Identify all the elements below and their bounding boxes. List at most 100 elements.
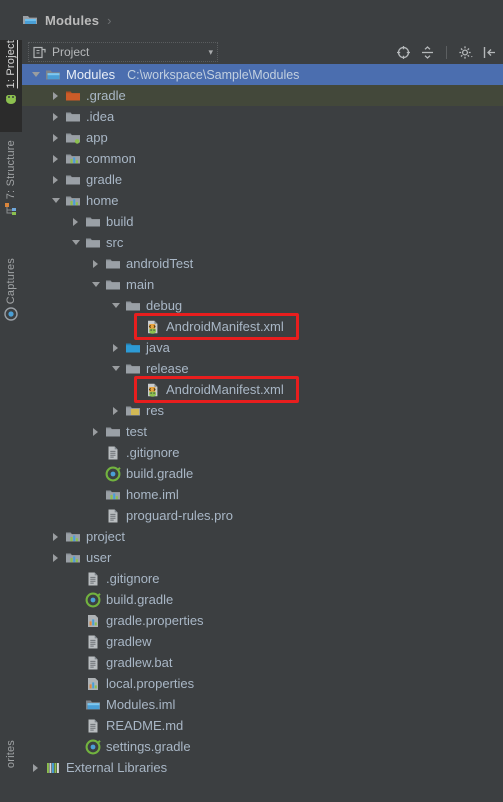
folder-icon xyxy=(105,256,121,272)
tree-row[interactable]: common xyxy=(22,148,503,169)
project-tool-window: Project ▾ Modules C:\workspace\Sample\Mo… xyxy=(22,40,503,802)
text-file-icon xyxy=(85,655,101,671)
tree-row-label: local.properties xyxy=(106,676,195,691)
tree-row[interactable]: gradle xyxy=(22,169,503,190)
tree-row-label: release xyxy=(146,361,189,376)
folder-icon xyxy=(65,172,81,188)
tree-toggle-down-icon[interactable] xyxy=(90,279,101,290)
tree-row[interactable]: AndroidManifest.xml xyxy=(22,316,503,337)
tree-toggle-right-icon[interactable] xyxy=(50,174,61,185)
tree-row[interactable]: build xyxy=(22,211,503,232)
sidebar-item-captures[interactable]: Captures xyxy=(0,258,22,352)
tree-row[interactable]: settings.gradle xyxy=(22,736,503,757)
tree-toggle-right-icon[interactable] xyxy=(110,405,121,416)
tree-row[interactable]: Modules.iml xyxy=(22,694,503,715)
tree-row[interactable]: gradlew.bat xyxy=(22,652,503,673)
tree-row[interactable]: gradlew xyxy=(22,631,503,652)
tree-toggle-right-icon[interactable] xyxy=(50,153,61,164)
folder-icon xyxy=(125,361,141,377)
tree-toggle-right-icon[interactable] xyxy=(110,342,121,353)
tree-toggle-right-icon[interactable] xyxy=(50,132,61,143)
tree-toggle-down-icon[interactable] xyxy=(50,195,61,206)
tree-toggle-right-icon[interactable] xyxy=(30,762,41,773)
tree-row[interactable]: .gitignore xyxy=(22,568,503,589)
properties-file-icon xyxy=(85,676,101,692)
module-root-icon xyxy=(85,697,101,713)
folder-icon xyxy=(65,109,81,125)
hide-panel-icon[interactable] xyxy=(483,45,497,60)
tree-row[interactable]: build.gradle xyxy=(22,589,503,610)
tree-row-label: user xyxy=(86,550,112,565)
tree-row[interactable]: gradle.properties xyxy=(22,610,503,631)
module-icon xyxy=(65,151,81,167)
sidebar-item-favorites[interactable]: orites xyxy=(0,740,22,802)
tree-toggle-down-icon[interactable] xyxy=(110,300,121,311)
tree-row[interactable]: release xyxy=(22,358,503,379)
text-file-icon xyxy=(85,571,101,587)
gradle-file-icon xyxy=(85,592,101,608)
tree-row[interactable]: home xyxy=(22,190,503,211)
breadcrumb: Modules › xyxy=(0,0,503,40)
tree-row[interactable]: README.md xyxy=(22,715,503,736)
tree-row[interactable]: app xyxy=(22,127,503,148)
breadcrumb-title[interactable]: Modules xyxy=(45,13,99,28)
tree-row-label: androidTest xyxy=(126,256,194,271)
tree-row[interactable]: src xyxy=(22,232,503,253)
tree-row[interactable]: user xyxy=(22,547,503,568)
folder-icon xyxy=(85,214,101,230)
tree-toggle-right-icon[interactable] xyxy=(50,90,61,101)
tree-row[interactable]: androidTest xyxy=(22,253,503,274)
project-view-icon xyxy=(33,46,46,59)
tree-toggle-right-icon[interactable] xyxy=(50,111,61,122)
sidebar-item-structure[interactable]: 7: Structure xyxy=(0,140,22,250)
tree-row[interactable]: .idea xyxy=(22,106,503,127)
tree-toggle-right-icon[interactable] xyxy=(90,258,101,269)
tree-row-label: .gitignore xyxy=(106,571,160,586)
tree-row[interactable]: debug xyxy=(22,295,503,316)
tree-row[interactable]: External Libraries xyxy=(22,757,503,778)
tree-toggle-down-icon[interactable] xyxy=(70,237,81,248)
tree-row-label: proguard-rules.pro xyxy=(126,508,233,523)
tree-row[interactable]: local.properties xyxy=(22,673,503,694)
tree-row[interactable]: res xyxy=(22,400,503,421)
tree-row[interactable]: .gradle xyxy=(22,85,503,106)
tree-toggle-right-icon[interactable] xyxy=(50,531,61,542)
tree-toggle-right-icon[interactable] xyxy=(90,426,101,437)
tree-row[interactable]: project xyxy=(22,526,503,547)
tree-row[interactable]: java xyxy=(22,337,503,358)
tree-toggle-down-icon[interactable] xyxy=(110,363,121,374)
settings-gear-icon[interactable] xyxy=(458,45,474,60)
tree-toggle-right-icon[interactable] xyxy=(70,216,81,227)
locate-target-icon[interactable] xyxy=(396,45,411,60)
tree-row[interactable]: Modules C:\workspace\Sample\Modules xyxy=(22,64,503,85)
tree-row[interactable]: proguard-rules.pro xyxy=(22,505,503,526)
sidebar-item-captures-label: Captures xyxy=(5,258,17,305)
tree-row-label: java xyxy=(146,340,170,355)
structure-icon xyxy=(4,202,18,216)
tree-row-label: build.gradle xyxy=(106,592,174,607)
tree-row[interactable]: test xyxy=(22,421,503,442)
tree-toggle-right-icon[interactable] xyxy=(50,552,61,563)
folder-icon xyxy=(105,424,121,440)
project-view-selector[interactable]: Project ▾ xyxy=(28,42,218,62)
tree-row[interactable]: build.gradle xyxy=(22,463,503,484)
tree-row-label: home xyxy=(86,193,119,208)
tree-row[interactable]: .gitignore xyxy=(22,442,503,463)
tree-row[interactable]: AndroidManifest.xml xyxy=(22,379,503,400)
module-icon xyxy=(65,193,81,209)
tree-row-label: README.md xyxy=(106,718,184,733)
collapse-all-icon[interactable] xyxy=(420,45,435,60)
tree-toggle-down-icon[interactable] xyxy=(30,69,41,80)
sidebar-item-project[interactable]: 1: Project xyxy=(0,40,22,132)
android-manifest-icon xyxy=(145,319,161,335)
tree-row-label: project xyxy=(86,529,126,544)
project-tree[interactable]: Modules C:\workspace\Sample\Modules .gradl… xyxy=(22,64,503,802)
tree-row[interactable]: main xyxy=(22,274,503,295)
tree-row-label: Modules.iml xyxy=(106,697,176,712)
tree-row[interactable]: home.iml xyxy=(22,484,503,505)
